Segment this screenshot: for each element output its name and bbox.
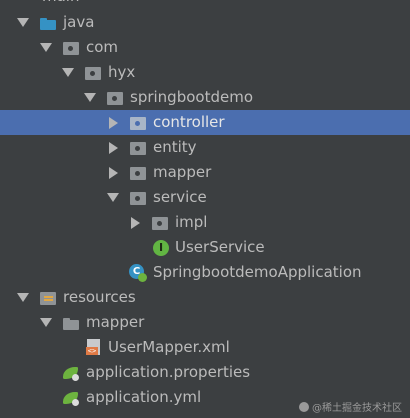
tree-node-hyx[interactable]: hyx [0, 60, 410, 85]
juejin-logo-icon [299, 401, 309, 412]
tree-node-label: application.properties [86, 363, 251, 381]
tree-node-controller[interactable]: controller [0, 110, 410, 135]
tree-node-springbootdemoapplication[interactable]: C SpringbootdemoApplication [0, 260, 410, 285]
tree-node-label: UserService [175, 238, 265, 256]
tree-node-service[interactable]: service [0, 185, 410, 210]
spring-config-icon [62, 389, 80, 407]
expand-arrow-icon[interactable] [17, 17, 29, 29]
tree-node-label: application.yml [86, 388, 202, 406]
tree-node-label: UserMapper.xml [108, 338, 230, 356]
tree-node-label: mapper [153, 163, 212, 181]
tree-node-springbootdemo[interactable]: springbootdemo [0, 85, 410, 110]
package-icon [129, 190, 147, 206]
spring-config-icon [62, 364, 80, 382]
interface-icon: I [153, 239, 169, 256]
folder-icon [62, 315, 80, 331]
source-folder-icon [39, 15, 57, 31]
expand-arrow-icon[interactable] [17, 292, 29, 304]
tree-node-label: java [63, 13, 95, 31]
tree-node-java[interactable]: java [0, 10, 410, 35]
tree-node-application-properties[interactable]: application.properties [0, 360, 410, 385]
resources-folder-icon [39, 290, 57, 306]
tree-node-label: com [86, 38, 119, 56]
spring-leaf-icon [138, 272, 147, 282]
package-icon [129, 140, 147, 156]
tree-node-mapper-folder[interactable]: mapper [0, 310, 410, 335]
package-icon [84, 65, 102, 81]
tree-node-label: springbootdemo [130, 88, 253, 106]
partial-tree-row[interactable]: main [0, 0, 410, 9]
xml-tag: <> [86, 346, 98, 355]
tree-node-label: service [153, 188, 207, 206]
tree-node-label: mapper [86, 313, 145, 331]
collapse-arrow-icon[interactable] [129, 217, 141, 229]
tree-node-usermapper-xml[interactable]: <> UserMapper.xml [0, 335, 410, 360]
collapse-arrow-icon[interactable] [107, 117, 119, 129]
tree-node-label: controller [153, 113, 225, 131]
package-icon [62, 40, 80, 56]
tree-node-label: main [42, 0, 79, 9]
tree-node-mapper-package[interactable]: mapper [0, 160, 410, 185]
tree-node-label: entity [153, 138, 197, 156]
collapse-arrow-icon[interactable] [107, 167, 119, 179]
watermark: @稀土掘金技术社区 [299, 399, 402, 414]
tree-node-com[interactable]: com [0, 35, 410, 60]
tree-node-label: hyx [108, 63, 136, 81]
expand-arrow-icon[interactable] [84, 92, 96, 104]
expand-arrow-icon[interactable] [62, 67, 74, 79]
tree-node-label: SpringbootdemoApplication [153, 263, 362, 281]
package-icon [106, 90, 124, 106]
tree-node-impl[interactable]: impl [0, 210, 410, 235]
tree-node-entity[interactable]: entity [0, 135, 410, 160]
expand-arrow-icon[interactable] [107, 192, 119, 204]
tree-node-resources[interactable]: resources [0, 285, 410, 310]
expand-arrow-icon[interactable] [40, 42, 52, 54]
package-icon [151, 215, 169, 231]
spring-boot-class-icon: C [129, 263, 147, 282]
tree-node-label: impl [175, 213, 208, 231]
expand-arrow-icon[interactable] [40, 317, 52, 329]
watermark-text: @稀土掘金技术社区 [312, 403, 402, 414]
package-icon [129, 165, 147, 181]
tree-node-label: resources [63, 288, 136, 306]
package-icon [129, 115, 147, 131]
xml-file-icon: <> [86, 338, 102, 357]
collapse-arrow-icon[interactable] [107, 142, 119, 154]
tree-node-userservice[interactable]: I UserService [0, 235, 410, 260]
